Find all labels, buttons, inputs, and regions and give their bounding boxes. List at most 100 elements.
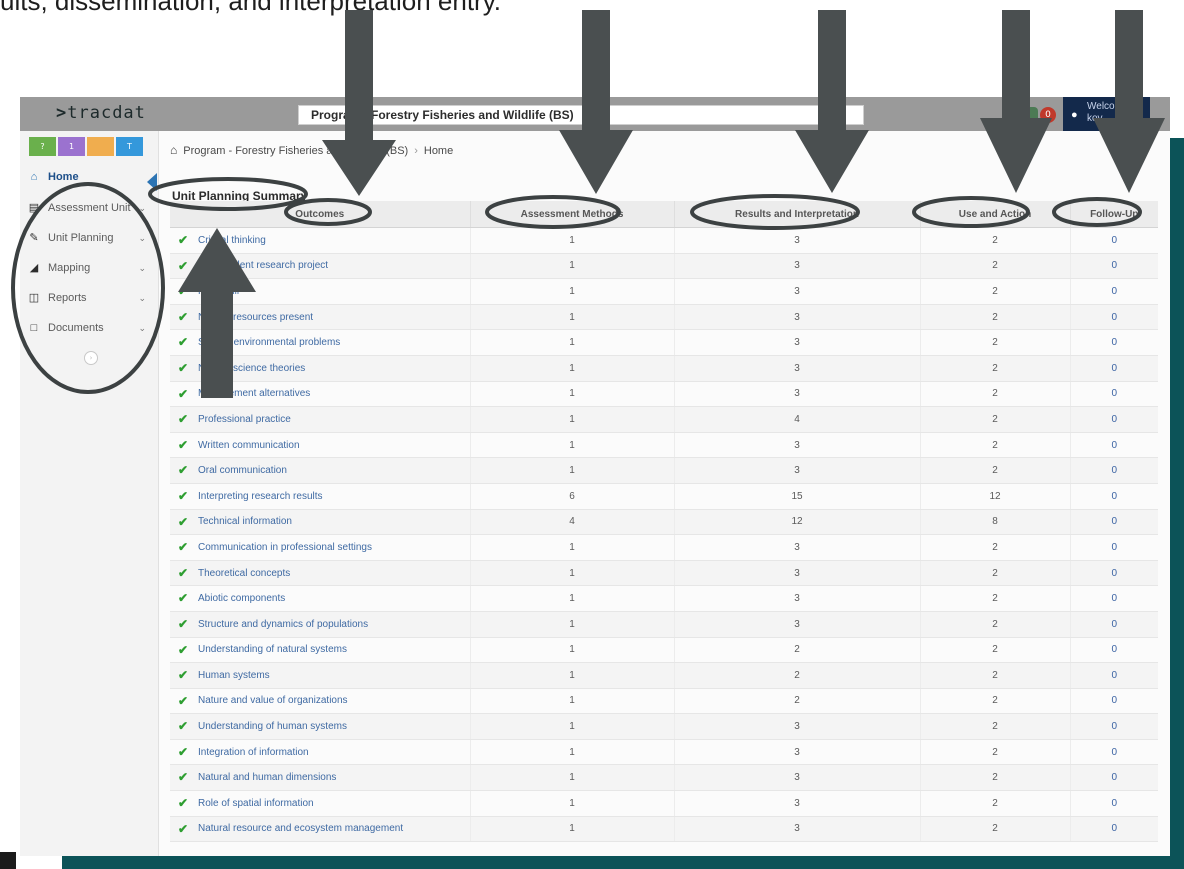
results-interpretation-count: 15 <box>791 490 803 502</box>
outcome-link[interactable]: Structure and dynamics of populations <box>198 619 368 630</box>
outcome-link[interactable]: Understanding of natural systems <box>198 644 347 655</box>
sidebar-item-documents[interactable]: □ Documents ⌄ <box>26 316 154 340</box>
outcome-link[interactable]: Human systems <box>198 670 270 681</box>
outcome-link[interactable]: Independent research project <box>198 260 328 271</box>
outcome-link[interactable]: Natural and human dimensions <box>198 772 336 783</box>
table-row[interactable]: ✔ Understanding of human systems 1 3 2 0 <box>170 713 1158 740</box>
help-button[interactable]: ? <box>29 137 56 156</box>
table-row[interactable]: ✔ Understanding of natural systems 1 2 2 0 <box>170 637 1158 664</box>
check-icon: ✔ <box>178 386 189 401</box>
table-row[interactable]: ✔ Field skill 1 3 2 0 <box>170 278 1158 305</box>
results-interpretation-count-cell: 3 <box>673 278 920 305</box>
outcome-link[interactable]: Management alternatives <box>198 388 310 399</box>
notification-icon[interactable] <box>1026 107 1038 121</box>
active-nav-indicator <box>147 173 157 191</box>
table-row[interactable]: ✔ Natural resources present 1 3 2 0 <box>170 304 1158 331</box>
outcome-link[interactable]: Role of spatial information <box>198 798 314 809</box>
follow-up-count-cell: 0 <box>1069 406 1158 433</box>
table-row[interactable]: ✔ Theoretical concepts 1 3 2 0 <box>170 560 1158 587</box>
table-row[interactable]: ✔ Natural resource and ecosystem manageme… <box>170 816 1158 843</box>
results-interpretation-count: 3 <box>794 285 800 297</box>
use-action-count-cell: 2 <box>919 611 1070 638</box>
column-header-results-interpretation[interactable]: Results and Interpretation <box>673 201 920 228</box>
table-row[interactable]: ✔ Solving environmental problems 1 3 2 0 <box>170 329 1158 356</box>
use-action-count: 8 <box>992 516 998 528</box>
outcome-link[interactable]: Critical thinking <box>198 235 266 246</box>
outcome-cell: ✔ Natural and human dimensions <box>170 764 470 792</box>
follow-up-count: 0 <box>1111 644 1118 656</box>
assessment-methods-count: 1 <box>569 593 575 605</box>
outcome-cell: ✔ Understanding of natural systems <box>170 637 470 664</box>
assessment-methods-count-cell: 1 <box>469 688 674 715</box>
page-corner-block <box>0 852 16 869</box>
outcome-link[interactable]: Natural science theories <box>198 363 305 374</box>
table-row[interactable]: ✔ Abiotic components 1 3 2 0 <box>170 585 1158 612</box>
table-row[interactable]: ✔ Integration of information 1 3 2 0 <box>170 739 1158 766</box>
breadcrumb-program[interactable]: Program - Forestry Fisheries and Wildlif… <box>183 145 408 157</box>
outcome-cell: ✔ Natural science theories <box>170 355 470 382</box>
collapse-sidebar-button[interactable]: › <box>84 351 98 365</box>
outcome-link[interactable]: Natural resource and ecosystem managemen… <box>198 823 403 834</box>
quick-button-1[interactable]: 1 <box>58 137 85 156</box>
follow-up-count-cell: 0 <box>1069 509 1158 536</box>
column-header-assessment-methods[interactable]: Assessment Methods <box>469 201 674 228</box>
outcome-link[interactable]: Theoretical concepts <box>198 568 290 579</box>
assessment-methods-count-cell: 1 <box>469 227 674 254</box>
results-interpretation-count-cell: 3 <box>673 560 920 587</box>
table-row[interactable]: ✔ Technical information 4 12 8 0 <box>170 509 1158 536</box>
table-row[interactable]: ✔ Management alternatives 1 3 2 0 <box>170 381 1158 408</box>
outcome-link[interactable]: Understanding of human systems <box>198 721 347 732</box>
table-row[interactable]: ✔ Critical thinking 1 3 2 0 <box>170 227 1158 254</box>
column-header-outcomes[interactable]: Outcomes <box>170 201 470 228</box>
use-action-count: 2 <box>992 772 998 784</box>
outcome-link[interactable]: Nature and value of organizations <box>198 695 348 706</box>
quick-button-2[interactable] <box>87 137 114 156</box>
check-icon: ✔ <box>178 335 189 350</box>
outcome-link[interactable]: Written communication <box>198 440 300 451</box>
assessment-methods-count-cell: 1 <box>469 304 674 331</box>
sidebar-item-assessment-unit[interactable]: ▤ Assessment Unit ⌄ <box>26 196 154 220</box>
outcome-link[interactable]: Natural resources present <box>198 312 313 323</box>
table-row[interactable]: ✔ Written communication 1 3 2 0 <box>170 432 1158 459</box>
sidebar-item-mapping[interactable]: ◢ Mapping ⌄ <box>26 256 154 280</box>
use-action-count: 2 <box>992 465 998 477</box>
sidebar-item-reports[interactable]: ◫ Reports ⌄ <box>26 286 154 310</box>
results-interpretation-count-cell: 3 <box>673 611 920 638</box>
table-row[interactable]: ✔ Role of spatial information 1 3 2 0 <box>170 790 1158 817</box>
home-icon[interactable]: ⌂ <box>170 143 177 157</box>
outcome-link[interactable]: Oral communication <box>198 465 287 476</box>
table-row[interactable]: ✔ Professional practice 1 4 2 0 <box>170 406 1158 433</box>
outcome-link[interactable]: Field skill <box>198 286 239 297</box>
sidebar-item-home[interactable]: ⌂ Home <box>26 165 154 189</box>
program-select[interactable]: Program - Forestry Fisheries and Wildlif… <box>298 105 864 125</box>
sidebar-item-unit-planning[interactable]: ✎ Unit Planning ⌄ <box>26 226 154 250</box>
table-row[interactable]: ✔ Natural and human dimensions 1 3 2 0 <box>170 764 1158 792</box>
column-header-follow-up[interactable]: Follow-Up <box>1069 201 1158 228</box>
outcome-link[interactable]: Communication in professional settings <box>198 542 372 553</box>
filter-button[interactable]: T <box>116 137 143 156</box>
follow-up-count: 0 <box>1111 695 1118 707</box>
table-row[interactable]: ✔ Communication in professional settings 1… <box>170 534 1158 561</box>
outcome-link[interactable]: Technical information <box>198 516 292 527</box>
table-row[interactable]: ✔ Independent research project 1 3 2 0 <box>170 253 1158 280</box>
outcome-link[interactable]: Solving environmental problems <box>198 337 340 348</box>
user-menu[interactable]: ● Welcome kov... <box>1063 97 1150 131</box>
notification-badge[interactable]: 0 <box>1040 107 1056 123</box>
table-row[interactable]: ✔ Natural science theories 1 3 2 0 <box>170 355 1158 382</box>
outcome-link[interactable]: Interpreting research results <box>198 491 323 502</box>
outcome-link[interactable]: Professional practice <box>198 414 291 425</box>
column-header-use-action[interactable]: Use and Action <box>919 201 1070 228</box>
table-row[interactable]: ✔ Nature and value of organizations 1 2 2 0 <box>170 688 1158 715</box>
outcome-link[interactable]: Abiotic components <box>198 593 285 604</box>
tracdat-logo[interactable]: >tracdat <box>56 103 146 123</box>
table-row[interactable]: ✔ Structure and dynamics of populations 1 3… <box>170 611 1158 638</box>
outcome-cell: ✔ Written communication <box>170 432 470 459</box>
table-row[interactable]: ✔ Interpreting research results 6 15 12 0 <box>170 483 1158 510</box>
outcome-link[interactable]: Integration of information <box>198 747 309 758</box>
table-row[interactable]: ✔ Oral communication 1 3 2 0 <box>170 457 1158 484</box>
outcome-cell: ✔ Management alternatives <box>170 381 470 408</box>
table-row[interactable]: ✔ Human systems 1 2 2 0 <box>170 662 1158 689</box>
follow-up-count: 0 <box>1111 823 1118 835</box>
outcome-cell: ✔ Solving environmental problems <box>170 329 470 356</box>
follow-up-count: 0 <box>1111 311 1118 323</box>
